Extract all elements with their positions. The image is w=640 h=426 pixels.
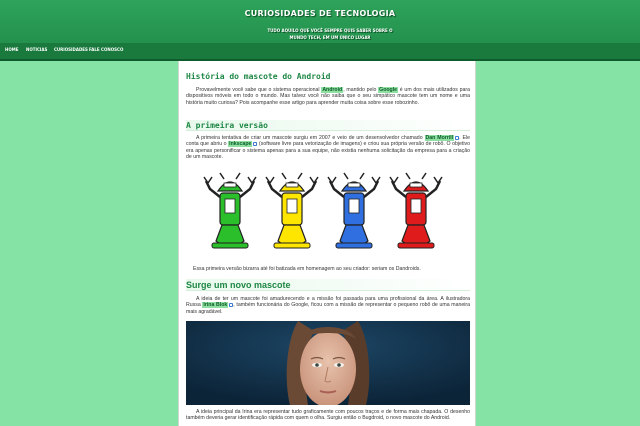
link-irina-blok[interactable]: Irina Blok (202, 302, 229, 309)
intro-text-2: , mantido pelo (343, 87, 379, 93)
dandroids-image (203, 172, 443, 249)
section-heading-new-mascot: Surge um novo mascote (186, 279, 470, 291)
link-android[interactable]: Android (321, 87, 344, 93)
nav-noticias[interactable]: NOTICIAS (26, 47, 47, 52)
image-caption: Essa primeira versão bizarra até foi bat… (193, 266, 421, 272)
section2-paragraph-2: A ideia principal da Irina era represent… (186, 409, 470, 422)
link-inkscape[interactable]: Inkscape (228, 141, 253, 148)
dandroid-robot (327, 172, 381, 249)
s1-text-1: A primeira tentativa de criar um mascote… (196, 135, 425, 141)
irina-blok-photo (186, 321, 470, 405)
link-google[interactable]: Google (378, 87, 399, 93)
dandroid-robot (265, 172, 319, 249)
site-title[interactable]: CURIOSIDADES DE TECNOLOGIA (0, 9, 640, 18)
nav-fale-conosco[interactable]: FALE CONOSCO (89, 47, 123, 52)
main-nav: HOME NOTICIAS CURIOSIDADES FALE CONOSCO (0, 43, 640, 59)
section2-paragraph: A ideia de ter um mascote foi amadurecen… (186, 296, 470, 315)
link-dan-morrill[interactable]: Dan Morrill (424, 135, 455, 141)
dandroid-robot (203, 172, 257, 249)
nav-curiosidades[interactable]: CURIOSIDADES (54, 47, 88, 52)
dandroid-robot (389, 172, 443, 249)
section-heading-first-version: A primeira versão (186, 120, 470, 131)
intro-text-1: Provavelmente você sabe que o sistema op… (196, 87, 322, 93)
article-container: História do mascote do Android Provavelm… (178, 61, 476, 426)
nav-home[interactable]: HOME (5, 47, 18, 52)
intro-paragraph: Provavelmente você sabe que o sistema op… (186, 87, 470, 106)
section1-paragraph: A primeira tentativa de criar um mascote… (186, 135, 470, 161)
article-title: História do mascote do Android (186, 72, 331, 81)
site-tagline: TUDO AQUILO QUE VOCÊ SEMPRE QUIS SABER S… (267, 28, 393, 40)
